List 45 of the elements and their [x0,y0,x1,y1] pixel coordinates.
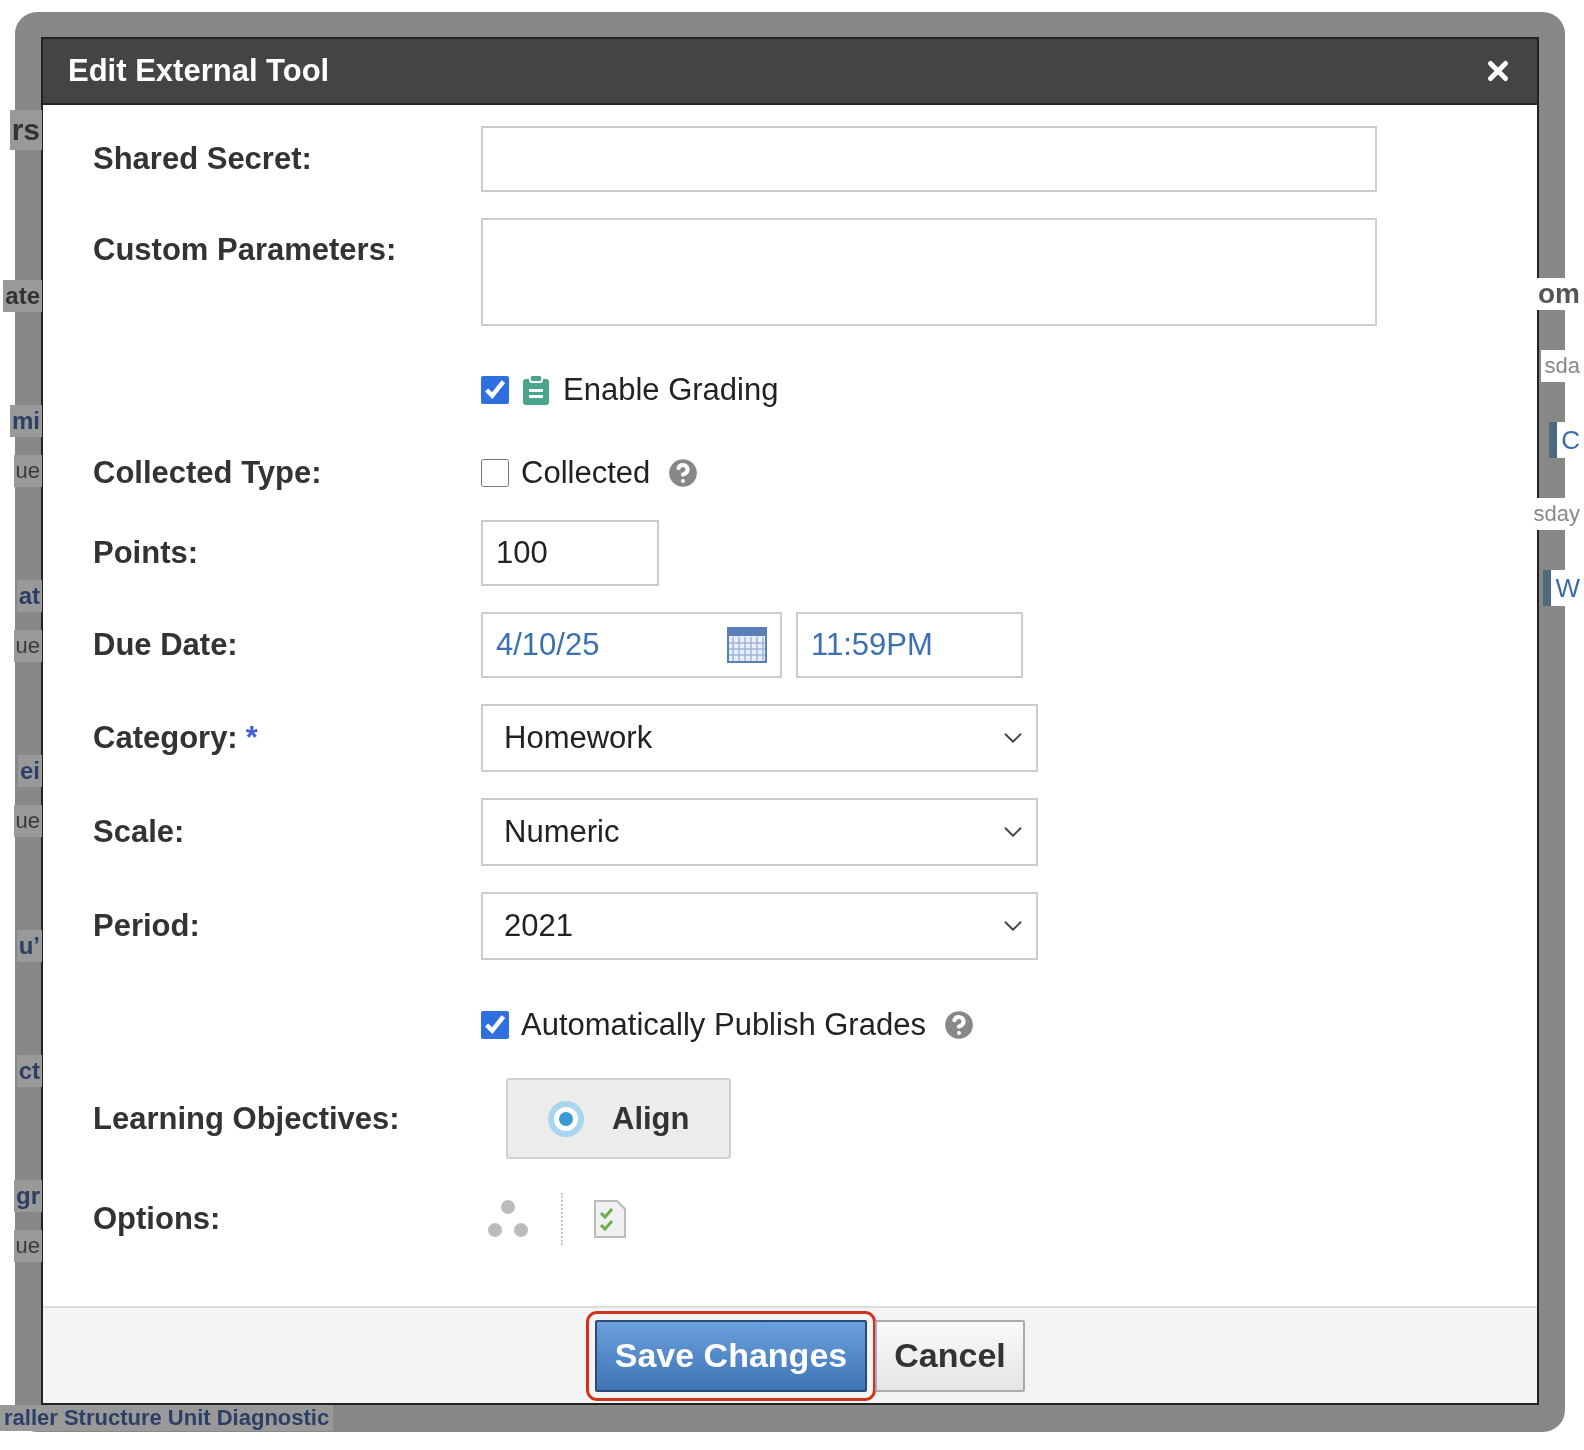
page-text-fragment: ue [13,1230,42,1262]
calendar-icon[interactable] [727,627,767,663]
page-text-fragment: mi [10,405,42,437]
checklist-icon-button[interactable] [593,1199,627,1239]
page-text-fragment: ate [3,280,42,312]
points-field[interactable]: 100 [481,520,659,586]
field-label: Learning Objectives: [93,1100,401,1137]
checkbox-label: Automatically Publish Grades [521,1007,926,1043]
align-button[interactable]: Align [506,1078,731,1159]
cancel-button[interactable]: Cancel [875,1319,1025,1392]
field-label: Custom Parameters: [93,231,398,268]
required-asterisk: * [245,720,258,755]
time-field[interactable]: 11:59PM [796,612,1023,678]
date-field[interactable]: 4/10/25 [481,612,782,678]
checkbox[interactable] [481,1011,509,1039]
checkbox-label: Enable Grading [563,372,779,408]
field-label: Category: * [93,720,259,756]
dropdown[interactable]: Numeric [481,798,1038,866]
field-label: Scale: [93,814,186,850]
page-text-fragment: rs [9,110,42,150]
clipboard-icon [521,374,551,406]
checkbox[interactable] [481,376,509,404]
target-icon [546,1098,586,1139]
page-text-fragment: ct [16,1055,42,1087]
checkbox[interactable] [481,459,509,487]
checkbox-label: Collected [521,455,651,491]
field-label: Period: [93,908,201,944]
dialog-title: Edit External Tool [68,53,330,89]
page-text-fragment: gr [14,1180,42,1212]
page-text-fragment: ue [13,455,42,487]
field-label: Collected Type: [93,455,323,491]
field-label: Shared Secret: [93,141,313,177]
page-text-fragment: ei [18,755,42,787]
dropdown[interactable]: 2021 [481,892,1038,960]
field-label: Points: [93,535,200,571]
dots-icon-button[interactable] [487,1199,529,1239]
page-text-fragment: ue [13,805,42,837]
page-text-fragment: at [16,580,42,612]
page-text-fragment: u’ [16,930,42,962]
page-text-fragment: ue [13,630,42,662]
dropdown[interactable]: Homework [481,704,1038,772]
page-item-title: raller Structure Unit Diagnostic [0,1405,334,1431]
field-label: Options: [93,1201,222,1237]
text-field[interactable] [481,126,1377,192]
field-label: Due Date: [93,627,239,663]
